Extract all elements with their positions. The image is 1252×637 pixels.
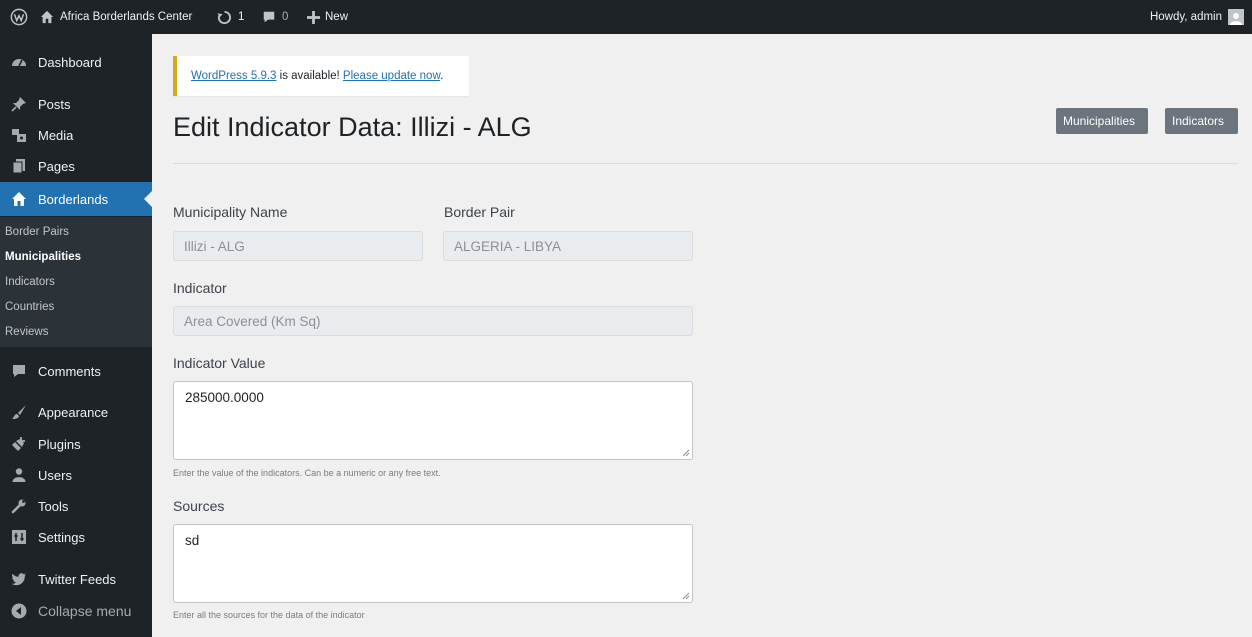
menu-label: Settings xyxy=(38,529,85,545)
menu-label: Tools xyxy=(38,498,69,514)
new-label: New xyxy=(325,11,349,23)
menu-label: Posts xyxy=(38,96,71,112)
comments-count: 0 xyxy=(282,11,289,23)
menu-twitter-feeds[interactable]: Twitter Feeds xyxy=(0,565,152,593)
menu-users[interactable]: Users xyxy=(0,461,152,489)
menu-comments[interactable]: Comments xyxy=(0,357,152,385)
menu-appearance[interactable]: Appearance xyxy=(0,398,152,426)
howdy-text: Howdy, admin xyxy=(1149,11,1222,23)
site-name-link[interactable]: Africa Borderlands Center xyxy=(40,0,192,34)
notice-text: WordPress 5.9.3 is available! Please upd… xyxy=(177,70,443,82)
wordpress-logo-icon[interactable] xyxy=(10,0,28,34)
indicators-button[interactable]: Indicators xyxy=(1165,108,1238,134)
plugin-icon xyxy=(9,434,29,454)
updates-icon xyxy=(217,10,232,25)
updates-link[interactable]: 1 xyxy=(217,0,244,34)
admin-menu: Dashboard Posts Media Pages Borderlands … xyxy=(0,34,152,637)
menu-pages[interactable]: Pages xyxy=(0,152,152,180)
border-pair-field[interactable]: ALGERIA - LIBYA xyxy=(443,231,693,261)
indicator-label: Indicator xyxy=(173,280,227,296)
sources-textarea[interactable]: sd xyxy=(173,524,693,603)
users-icon xyxy=(9,465,29,485)
menu-tools[interactable]: Tools xyxy=(0,492,152,520)
submenu-countries[interactable]: Countries xyxy=(5,301,54,313)
menu-label: Appearance xyxy=(38,404,109,420)
twitter-icon xyxy=(9,569,29,589)
menu-settings[interactable]: Settings xyxy=(0,523,152,551)
borderlands-submenu: Border Pairs Municipalities Indicators C… xyxy=(0,217,152,347)
menu-label: Borderlands xyxy=(38,191,109,207)
submenu-reviews[interactable]: Reviews xyxy=(5,326,48,338)
new-content-link[interactable]: New xyxy=(307,0,348,34)
collapse-menu-button[interactable]: Collapse menu xyxy=(0,597,152,625)
plus-icon xyxy=(307,10,320,24)
submenu-municipalities[interactable]: Municipalities xyxy=(5,251,81,263)
menu-label: Comments xyxy=(38,363,101,379)
current-menu-arrow xyxy=(144,191,152,207)
pushpin-icon xyxy=(9,94,29,114)
menu-borderlands[interactable]: Borderlands xyxy=(0,182,152,216)
comment-bubble-icon xyxy=(9,361,29,381)
paintbrush-icon xyxy=(9,402,29,422)
dashboard-icon xyxy=(9,52,29,72)
menu-label: Dashboard xyxy=(38,54,102,70)
page-title: Edit Indicator Data: Illizi - ALG xyxy=(173,112,532,142)
submenu-border-pairs[interactable]: Border Pairs xyxy=(5,226,69,238)
indicator-value-textarea[interactable]: 285000.0000 xyxy=(173,381,693,460)
resize-grip-icon[interactable] xyxy=(682,592,690,600)
update-now-link[interactable]: Please update now xyxy=(343,70,440,82)
comments-link[interactable]: 0 xyxy=(262,0,288,34)
indicator-value-text: 285000.0000 xyxy=(185,390,264,405)
site-name: Africa Borderlands Center xyxy=(60,11,193,23)
submenu-indicators[interactable]: Indicators xyxy=(5,276,55,288)
settings-icon xyxy=(9,527,29,547)
title-divider xyxy=(173,163,1238,164)
border-pair-label: Border Pair xyxy=(444,204,515,220)
municipality-name-label: Municipality Name xyxy=(173,204,288,220)
menu-label: Pages xyxy=(38,158,75,174)
admin-bar: Africa Borderlands Center 1 0 New Howdy,… xyxy=(0,0,1252,34)
menu-label: Users xyxy=(38,467,72,483)
comment-bubble-icon xyxy=(262,10,276,24)
main-content: WordPress 5.9.3 is available! Please upd… xyxy=(152,34,1252,637)
menu-plugins[interactable]: Plugins xyxy=(0,430,152,458)
indicator-value-help: Enter the value of the indicators. Can b… xyxy=(173,468,441,478)
collapse-arrow-icon xyxy=(9,601,29,621)
municipalities-button[interactable]: Municipalities xyxy=(1056,108,1148,134)
collapse-label: Collapse menu xyxy=(38,603,132,619)
menu-posts[interactable]: Posts xyxy=(0,90,152,118)
menu-media[interactable]: Media xyxy=(0,121,152,149)
notice-end-text: . xyxy=(440,70,444,82)
wrench-icon xyxy=(9,496,29,516)
update-notice: WordPress 5.9.3 is available! Please upd… xyxy=(173,56,469,96)
sources-label: Sources xyxy=(173,498,225,514)
home-icon xyxy=(9,189,29,209)
sources-text: sd xyxy=(185,533,200,548)
wordpress-version-link[interactable]: WordPress 5.9.3 xyxy=(191,70,276,82)
indicator-value-label: Indicator Value xyxy=(173,355,266,371)
menu-label: Media xyxy=(38,127,74,143)
indicator-field[interactable]: Area Covered (Km Sq) xyxy=(173,306,693,336)
menu-label: Twitter Feeds xyxy=(38,571,117,587)
media-icon xyxy=(9,125,29,145)
sources-help: Enter all the sources for the data of th… xyxy=(173,610,365,620)
notice-middle-text: is available! xyxy=(276,70,343,82)
my-account-link[interactable]: Howdy, admin xyxy=(1150,0,1244,34)
municipality-name-field[interactable]: Illizi - ALG xyxy=(173,231,423,261)
home-icon xyxy=(40,10,54,24)
menu-label: Plugins xyxy=(38,436,81,452)
pages-icon xyxy=(9,156,29,176)
resize-grip-icon[interactable] xyxy=(682,449,690,457)
avatar xyxy=(1228,9,1244,25)
menu-dashboard[interactable]: Dashboard xyxy=(0,48,152,76)
updates-count: 1 xyxy=(238,11,245,23)
